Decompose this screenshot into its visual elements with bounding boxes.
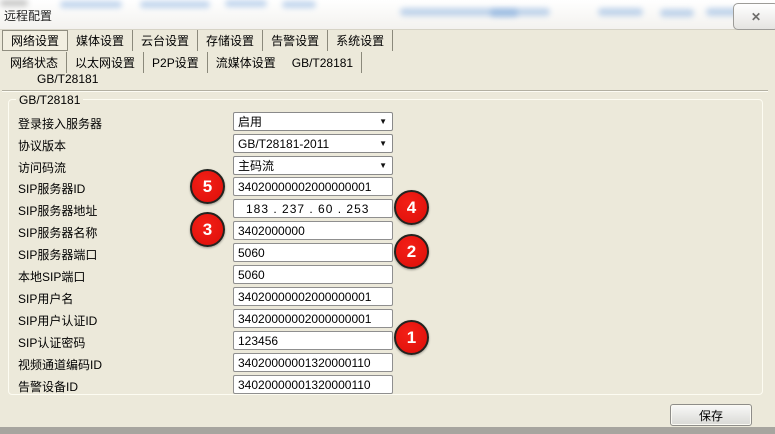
- form-row: SIP用户认证ID: [0, 309, 775, 328]
- network-sub-tab-strip: 网络状态 以太网设置 P2P设置 流媒体设置 GB/T28181: [2, 52, 362, 73]
- field-label-login-access-server: 登录接入服务器: [18, 115, 102, 132]
- annotation-badge-2: 2: [394, 234, 429, 269]
- sip-user-auth-id-input[interactable]: [233, 309, 393, 328]
- separator-line: [2, 90, 768, 92]
- form-row: 视频通道编码ID: [0, 353, 775, 372]
- tab-storage-settings[interactable]: 存储设置: [198, 30, 263, 51]
- field-label-sip-auth-password: SIP认证密码: [18, 334, 85, 351]
- save-button[interactable]: 保存: [670, 404, 752, 426]
- form-row: 本地SIP端口: [0, 265, 775, 284]
- field-label-sip-server-address: SIP服务器地址: [18, 202, 97, 219]
- form-row: SIP用户名: [0, 287, 775, 306]
- field-label-video-channel-id: 视频通道编码ID: [18, 356, 102, 373]
- field-label-sip-server-id: SIP服务器ID: [18, 180, 85, 197]
- blur-artifact: [225, 0, 267, 7]
- form-row: SIP服务器端口: [0, 243, 775, 262]
- annotation-badge-3: 3: [190, 212, 225, 247]
- blur-artifact: [282, 1, 316, 8]
- form-row: SIP服务器地址: [0, 199, 775, 218]
- annotation-badge-1: 1: [394, 320, 429, 355]
- remote-config-dialog: 远程配置 ✕ 网络设置 媒体设置 云台设置 存储设置 告警设置 系统设置 网络状…: [0, 0, 775, 427]
- form-row: SIP认证密码: [0, 331, 775, 350]
- form-row: SIP服务器ID: [0, 177, 775, 196]
- tab-streaming-settings[interactable]: 流媒体设置: [208, 52, 284, 73]
- sip-server-address-input[interactable]: [233, 199, 393, 218]
- tab-ptz-settings[interactable]: 云台设置: [133, 30, 198, 51]
- form-row: 告警设备ID: [0, 375, 775, 394]
- form-row: 协议版本 GB/T28181-2011 ▼: [0, 134, 775, 153]
- page-title: GB/T28181: [37, 72, 98, 86]
- form-row: SIP服务器名称: [0, 221, 775, 240]
- tab-ethernet-settings[interactable]: 以太网设置: [67, 52, 144, 73]
- field-label-access-stream: 访问码流: [18, 159, 66, 176]
- field-label-local-sip-port: 本地SIP端口: [18, 268, 85, 285]
- sip-username-input[interactable]: [233, 287, 393, 306]
- blur-artifact: [598, 8, 643, 16]
- form-row: 登录接入服务器 启用 ▼: [0, 112, 775, 131]
- blur-artifact: [60, 1, 122, 8]
- access-stream-select[interactable]: 主码流 ▼: [233, 156, 393, 175]
- blur-artifact: [400, 8, 550, 16]
- tab-system-settings[interactable]: 系统设置: [328, 30, 393, 51]
- sip-auth-password-input[interactable]: [233, 331, 393, 350]
- blur-artifact: [490, 9, 518, 17]
- chevron-down-icon: ▼: [379, 162, 387, 170]
- video-channel-id-input[interactable]: [233, 353, 393, 372]
- field-label-protocol-version: 协议版本: [18, 137, 66, 154]
- alarm-device-id-input[interactable]: [233, 375, 393, 394]
- login-access-server-select[interactable]: 启用 ▼: [233, 112, 393, 131]
- tab-gbt28181[interactable]: GB/T28181: [284, 52, 362, 73]
- groupbox-title: GB/T28181: [16, 93, 83, 107]
- tab-media-settings[interactable]: 媒体设置: [68, 30, 133, 51]
- field-label-sip-user-auth-id: SIP用户认证ID: [18, 312, 97, 329]
- field-label-sip-server-port: SIP服务器端口: [18, 246, 97, 263]
- main-tab-strip: 网络设置 媒体设置 云台设置 存储设置 告警设置 系统设置: [2, 30, 393, 51]
- protocol-version-select[interactable]: GB/T28181-2011 ▼: [233, 134, 393, 153]
- blur-artifact: [0, 0, 28, 6]
- field-label-alarm-device-id: 告警设备ID: [18, 378, 78, 395]
- blur-artifact: [140, 1, 210, 8]
- chevron-down-icon: ▼: [379, 118, 387, 126]
- sip-server-name-input[interactable]: [233, 221, 393, 240]
- annotation-badge-4: 4: [394, 190, 429, 225]
- titlebar: 远程配置 ✕: [0, 0, 775, 30]
- form-row: 访问码流 主码流 ▼: [0, 156, 775, 175]
- sip-server-id-input[interactable]: [233, 177, 393, 196]
- field-label-sip-server-name: SIP服务器名称: [18, 224, 97, 241]
- annotation-badge-5: 5: [190, 169, 225, 204]
- tab-network-settings[interactable]: 网络设置: [2, 30, 68, 51]
- close-icon: ✕: [751, 10, 761, 24]
- close-button[interactable]: ✕: [733, 3, 775, 30]
- sip-server-port-input[interactable]: [233, 243, 393, 262]
- tab-p2p-settings[interactable]: P2P设置: [144, 52, 208, 73]
- local-sip-port-input[interactable]: [233, 265, 393, 284]
- field-label-sip-username: SIP用户名: [18, 290, 73, 307]
- tab-alarm-settings[interactable]: 告警设置: [263, 30, 328, 51]
- chevron-down-icon: ▼: [379, 140, 387, 148]
- window-title: 远程配置: [4, 7, 52, 24]
- tab-network-status[interactable]: 网络状态: [2, 52, 67, 73]
- blur-artifact: [660, 9, 694, 17]
